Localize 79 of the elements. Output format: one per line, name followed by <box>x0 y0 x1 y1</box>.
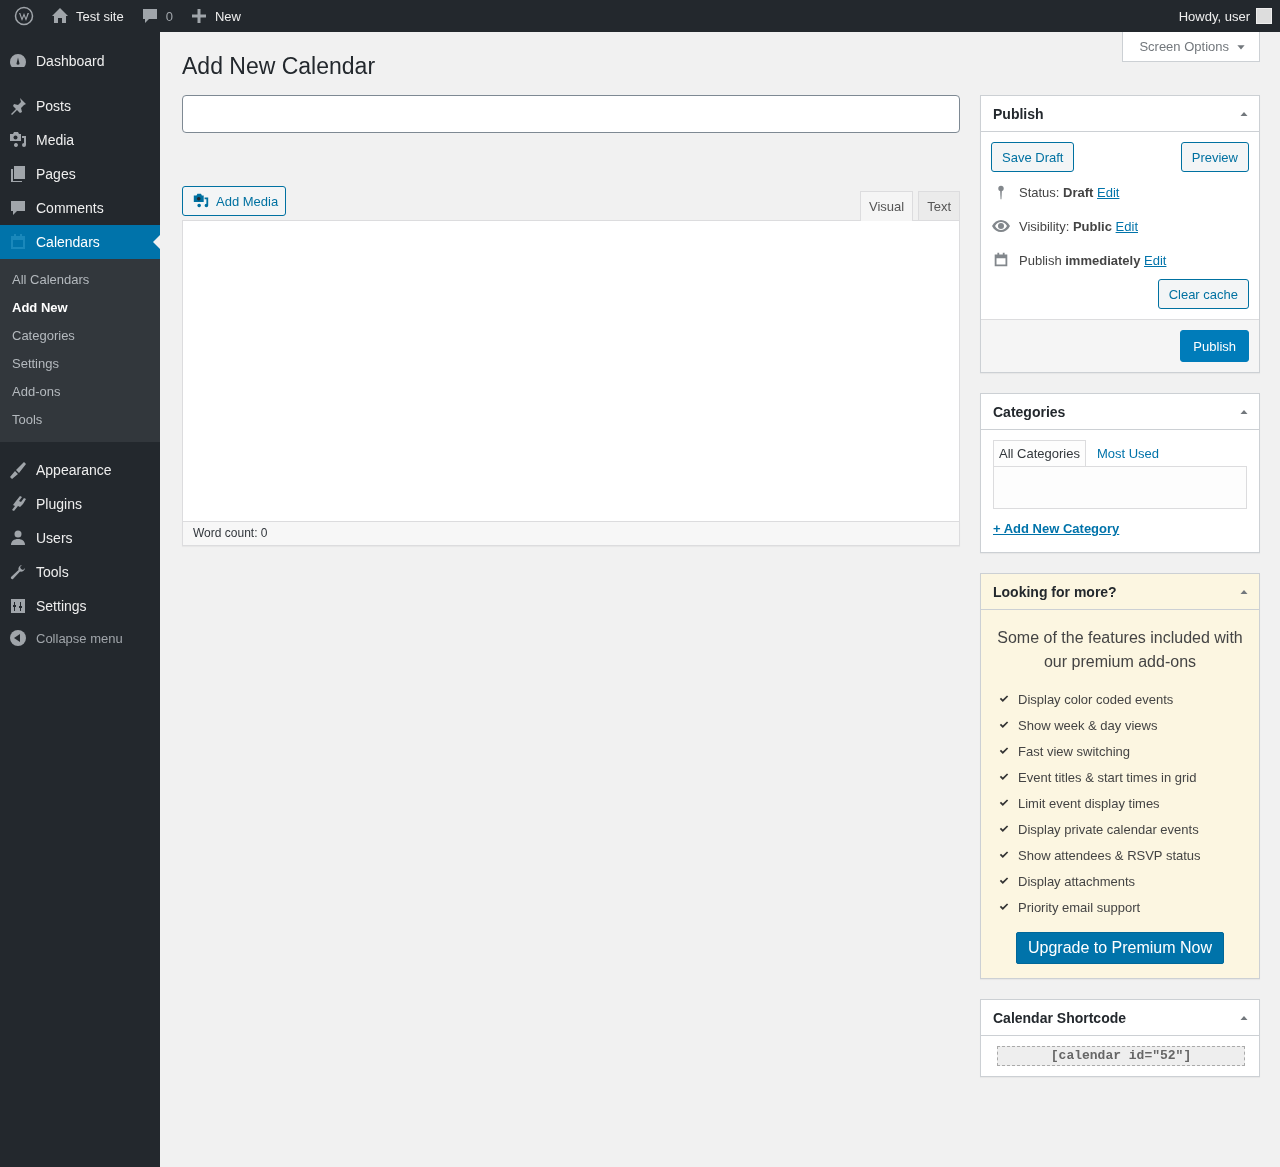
sidebar-item[interactable]: Plugins <box>0 487 160 521</box>
sidebar-item[interactable]: Pages <box>0 157 160 191</box>
submenu-item[interactable]: Add-ons <box>0 378 160 406</box>
account-menu[interactable]: Howdy, user <box>1170 0 1272 32</box>
checkmark-icon <box>998 745 1010 757</box>
panel-title: Calendar Shortcode <box>993 1009 1128 1026</box>
calendar-icon <box>8 232 28 252</box>
pages-icon <box>8 164 28 184</box>
edit-link[interactable]: Edit <box>1097 184 1120 200</box>
feature-text: Event titles & start times in grid <box>1018 769 1197 785</box>
camera-music-icon <box>8 130 28 150</box>
publish-button[interactable]: Publish <box>1180 330 1249 362</box>
site-name-link[interactable]: Test site <box>42 0 132 32</box>
sidebar-item[interactable]: Posts <box>0 89 160 123</box>
submenu-item[interactable]: All Calendars <box>0 266 160 294</box>
sidebar-item[interactable]: Tools <box>0 555 160 589</box>
new-content-link[interactable]: New <box>180 0 249 32</box>
feature-text: Display private calendar events <box>1018 821 1199 837</box>
category-tab[interactable]: Most Used <box>1090 440 1166 466</box>
page-title: Add New Calendar <box>182 52 376 81</box>
checkmark-icon <box>998 693 1010 705</box>
sidebar-item[interactable]: Users <box>0 521 160 555</box>
wrench-icon <box>8 562 28 582</box>
panel-title: Publish <box>993 105 1045 122</box>
house-icon <box>50 6 70 26</box>
checkmark-icon <box>998 875 1010 887</box>
add-category-link[interactable]: + Add New Category <box>993 521 1120 536</box>
publish-setting-text: Publish immediately <box>1019 252 1141 268</box>
shortcode-field[interactable]: [calendar id="52"] <box>997 1046 1245 1066</box>
editor-tab[interactable]: Visual <box>859 191 914 221</box>
publish-setting-text: Visibility: Public <box>1019 218 1112 234</box>
sliders-icon <box>8 596 28 616</box>
sidebar-item[interactable]: Calendars <box>0 225 160 259</box>
checkmark-icon <box>998 849 1010 861</box>
checkmark-icon <box>998 823 1010 835</box>
panel-title: Categories <box>993 403 1067 420</box>
publish-setting-text: Status: Draft <box>1019 184 1094 200</box>
edit-link[interactable]: Edit <box>1144 252 1167 268</box>
person-icon <box>8 528 28 548</box>
promo-intro: Some of the features included with our premium add-ons <box>996 628 1244 672</box>
title-field[interactable] <box>182 95 960 133</box>
camera-music-icon <box>192 192 210 210</box>
sidebar-item[interactable]: Comments <box>0 191 160 225</box>
submenu-item[interactable]: Tools <box>0 406 160 434</box>
submenu-item[interactable]: Settings <box>0 350 160 378</box>
clear-cache-button[interactable]: Clear cache <box>1157 279 1249 309</box>
checkmark-icon <box>998 901 1010 913</box>
screen-options-button[interactable]: Screen Options <box>1122 32 1260 62</box>
feature-text: Show week & day views <box>1018 717 1158 733</box>
category-tab[interactable]: All Categories <box>993 440 1086 466</box>
feature-text: Limit event display times <box>1018 795 1160 811</box>
feature-text: Display attachments <box>1018 873 1136 889</box>
sidebar-item[interactable]: Settings <box>0 589 160 623</box>
editor-tab[interactable]: Text <box>918 191 960 220</box>
checkmark-icon <box>998 771 1010 783</box>
sidebar-item[interactable]: Appearance <box>0 453 160 487</box>
comments-link[interactable]: 0 <box>131 0 181 32</box>
avatar-placeholder <box>1256 8 1272 24</box>
paintbrush-icon <box>8 460 28 480</box>
word-count: Word count: 0 <box>182 522 960 546</box>
save-draft-button[interactable]: Save Draft <box>991 142 1075 172</box>
checkmark-icon <box>998 719 1010 731</box>
sidebar-item[interactable]: Media <box>0 123 160 157</box>
submenu-item[interactable]: Categories <box>0 322 160 350</box>
feature-text: Fast view switching <box>1018 743 1130 759</box>
panel-title: Looking for more? <box>993 583 1118 600</box>
feature-text: Display color coded events <box>1018 691 1174 707</box>
calendar-icon <box>992 251 1010 269</box>
checkmark-icon <box>998 797 1010 809</box>
preview-button[interactable]: Preview <box>1180 142 1249 172</box>
feature-text: Show attendees & RSVP status <box>1018 847 1201 863</box>
collapse-menu-button[interactable]: Collapse menu <box>0 623 160 653</box>
sidebar-item[interactable]: Dashboard <box>0 44 160 78</box>
submenu-item[interactable]: Add New <box>0 294 160 322</box>
edit-link[interactable]: Edit <box>1115 218 1138 234</box>
speech-bubble-icon <box>8 198 28 218</box>
feature-text: Priority email support <box>1018 899 1141 915</box>
add-media-button[interactable]: Add Media <box>182 186 287 216</box>
upgrade-button[interactable]: Upgrade to Premium Now <box>1015 932 1225 964</box>
